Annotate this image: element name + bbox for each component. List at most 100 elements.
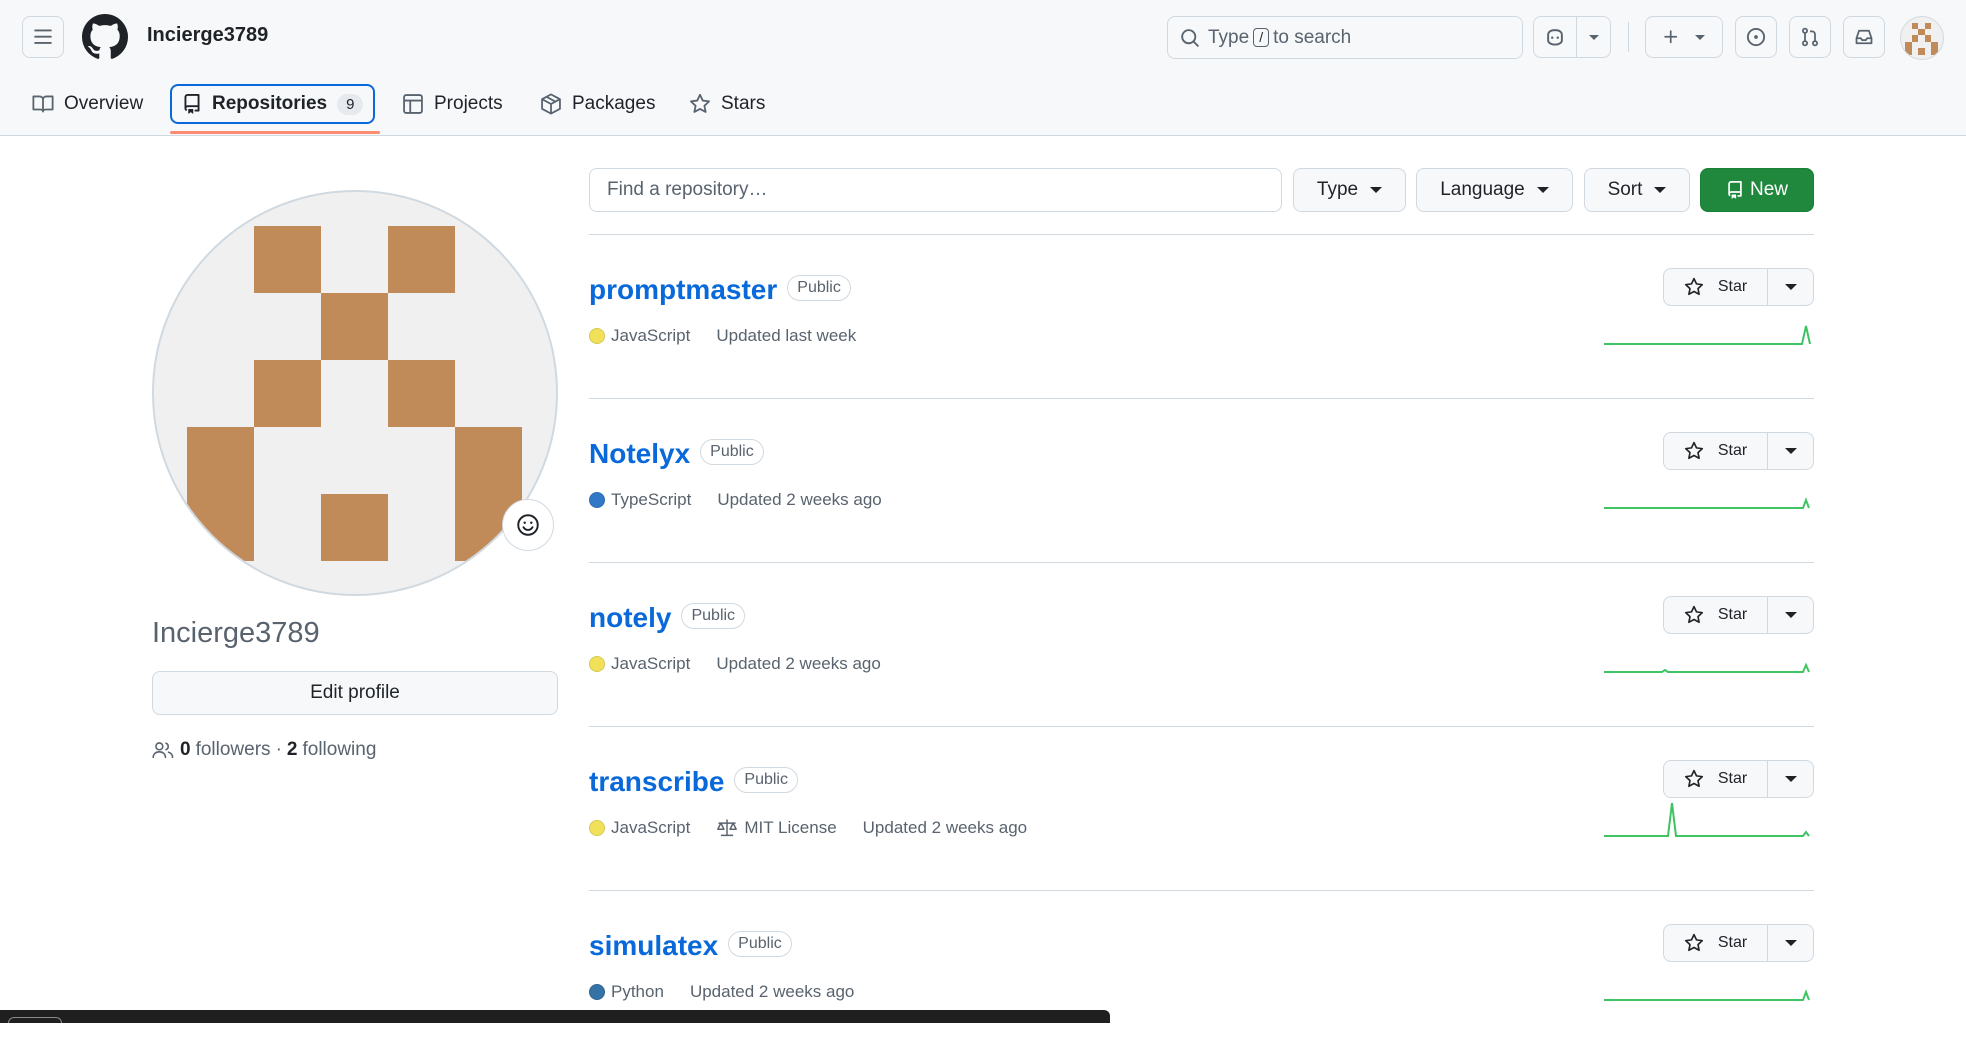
repo-search-input[interactable]: Find a repository… <box>589 168 1282 212</box>
repo-list-item: promptmaster Public JavaScript Updated la… <box>589 234 1814 398</box>
star-label: Star <box>1717 442 1748 459</box>
repo-language: TypeScript <box>611 490 692 509</box>
star-button-group: Star <box>1663 268 1814 306</box>
repo-language: JavaScript <box>611 818 691 837</box>
repo-updated: Updated 2 weeks ago <box>689 982 855 1001</box>
repo-icon <box>184 94 200 114</box>
repo-name-link[interactable]: transcribe Public <box>589 766 798 798</box>
caret-down-icon <box>1784 940 1797 946</box>
pull-requests-button[interactable] <box>1789 16 1831 58</box>
star-button[interactable]: Star <box>1664 597 1768 633</box>
type-filter-button[interactable]: Type <box>1293 168 1406 212</box>
os-window-bar <box>0 1010 1110 1023</box>
header-username[interactable]: Incierge3789 <box>147 24 268 47</box>
tab-label: Repositories <box>212 93 328 114</box>
repo-language: JavaScript <box>611 326 691 345</box>
activity-sparkline <box>1604 497 1810 509</box>
search-suffix: to search <box>1273 26 1352 48</box>
repo-name-link[interactable]: simulatex Public <box>589 930 792 962</box>
repo-name-link[interactable]: promptmaster Public <box>589 274 851 306</box>
language-color-dot <box>589 492 605 508</box>
star-button-group: Star <box>1663 596 1814 634</box>
star-icon <box>1684 441 1703 460</box>
repo-license: MIT License <box>716 818 837 838</box>
sort-button[interactable]: Sort <box>1584 168 1690 212</box>
repo-name-link[interactable]: Notelyx Public <box>589 438 764 470</box>
profile-username: Incierge3789 <box>152 617 320 649</box>
menu-button[interactable] <box>22 16 64 58</box>
caret-down-icon <box>1784 448 1797 454</box>
law-icon <box>717 819 738 837</box>
active-tab-underline <box>170 131 380 134</box>
star-label: Star <box>1717 934 1748 951</box>
star-button-group: Star <box>1663 760 1814 798</box>
book-icon <box>32 95 54 113</box>
hamburger-icon <box>34 29 52 44</box>
followers-label[interactable]: followers <box>196 739 271 761</box>
copilot-button[interactable] <box>1533 16 1611 58</box>
tab-projects[interactable]: Projects <box>402 84 503 124</box>
star-list-dropdown[interactable] <box>1768 433 1813 469</box>
activity-sparkline <box>1604 802 1810 837</box>
star-list-dropdown[interactable] <box>1768 925 1813 961</box>
github-logo-icon[interactable] <box>82 14 128 60</box>
star-button[interactable]: Star <box>1664 761 1768 797</box>
edit-profile-button[interactable]: Edit profile <box>152 671 558 715</box>
visibility-badge: Public <box>787 274 851 301</box>
set-status-button[interactable] <box>502 499 554 551</box>
language-filter-button[interactable]: Language <box>1416 168 1573 212</box>
star-icon <box>690 93 710 113</box>
type-filter-label: Type <box>1316 179 1359 200</box>
star-list-dropdown[interactable] <box>1768 761 1813 797</box>
repo-list-item: transcribe Public JavaScript MIT License … <box>589 726 1814 890</box>
tab-repositories[interactable]: Repositories 9 <box>170 84 376 124</box>
activity-sparkline <box>1604 989 1810 1001</box>
create-new-button[interactable] <box>1645 16 1723 58</box>
caret-down-icon <box>1784 612 1797 618</box>
repo-language: Python <box>611 982 664 1001</box>
repo-count-badge: 9 <box>337 93 364 115</box>
following-label[interactable]: following <box>302 739 376 761</box>
top-header: Incierge3789 Type / to search Overview R… <box>0 0 1966 136</box>
repo-name-link[interactable]: notely Public <box>589 602 746 634</box>
star-label: Star <box>1717 606 1748 623</box>
repo-icon <box>1728 181 1742 199</box>
repo-meta: TypeScript Updated 2 weeks ago <box>589 490 882 510</box>
star-button[interactable]: Star <box>1664 433 1768 469</box>
star-icon <box>1684 277 1703 296</box>
language-filter-label: Language <box>1440 179 1525 200</box>
followers-count[interactable]: 0 <box>180 739 191 761</box>
new-repo-button[interactable]: New <box>1700 168 1814 212</box>
repo-meta: Python Updated 2 weeks ago <box>589 982 854 1002</box>
follow-separator: · <box>275 739 282 760</box>
star-button[interactable]: Star <box>1664 925 1768 961</box>
profile-avatar[interactable] <box>152 190 558 596</box>
star-list-dropdown[interactable] <box>1768 597 1813 633</box>
user-avatar[interactable] <box>1900 16 1944 60</box>
search-icon <box>1181 28 1199 47</box>
tab-label: Overview <box>64 93 144 114</box>
star-button[interactable]: Star <box>1664 269 1768 305</box>
global-search-input[interactable]: Type / to search <box>1167 16 1523 59</box>
caret-down-icon <box>1784 776 1797 782</box>
tab-packages[interactable]: Packages <box>540 84 655 124</box>
search-prefix: Type <box>1208 26 1250 48</box>
tab-label: Packages <box>572 93 656 114</box>
chevron-down-icon <box>1589 35 1599 40</box>
tab-stars[interactable]: Stars <box>689 84 765 124</box>
repo-updated: Updated 2 weeks ago <box>862 818 1028 837</box>
inbox-button[interactable] <box>1843 16 1885 58</box>
following-count[interactable]: 2 <box>287 739 298 761</box>
tab-overview[interactable]: Overview <box>32 84 143 124</box>
issues-button[interactable] <box>1735 16 1777 58</box>
visibility-badge: Public <box>700 438 764 465</box>
git-pull-request-icon <box>1801 27 1819 47</box>
tab-label: Stars <box>721 93 766 114</box>
visibility-badge: Public <box>681 602 746 629</box>
star-list-dropdown[interactable] <box>1768 269 1813 305</box>
star-icon <box>1684 769 1703 788</box>
activity-sparkline <box>1604 662 1810 673</box>
language-color-dot <box>589 984 605 1000</box>
tab-label: Projects <box>434 93 503 114</box>
copilot-icon <box>1547 29 1563 46</box>
